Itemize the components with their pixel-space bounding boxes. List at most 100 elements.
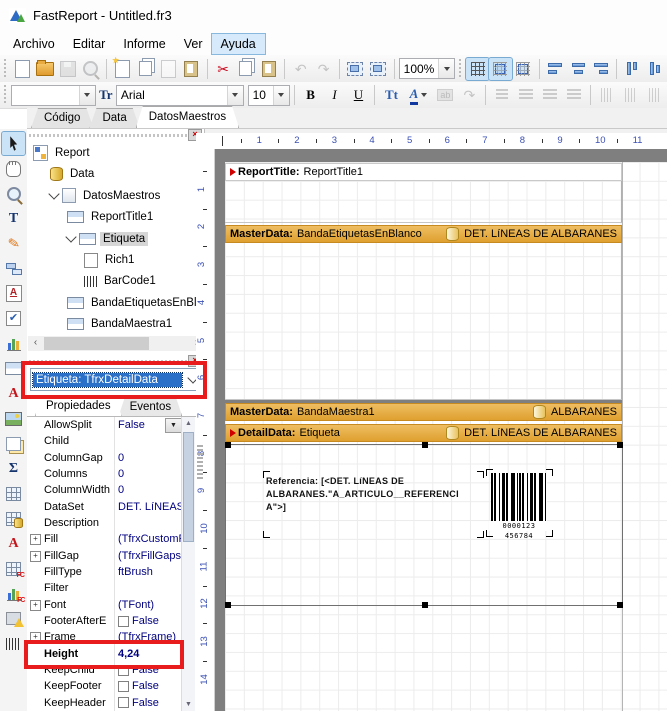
text-align-right-button[interactable]	[538, 84, 562, 106]
redo-button[interactable]: ↷	[312, 58, 335, 80]
property-row-keepfooter[interactable]: KeepFooterFalse	[27, 678, 183, 694]
property-row-columnwidth[interactable]: ColumnWidth0	[27, 482, 183, 498]
chevron-expanded-icon[interactable]	[65, 231, 76, 242]
dropdown-button[interactable]: ▼	[165, 418, 182, 433]
chart-object-button[interactable]	[2, 332, 25, 355]
text-cursor-tool-button[interactable]: T	[2, 207, 25, 230]
property-row-allowsplit[interactable]: AllowSplitFalse▼	[27, 417, 183, 433]
tree-item-data[interactable]: Data	[50, 164, 97, 184]
property-value[interactable]: (TfrxFrame)	[115, 629, 183, 645]
select-tool-button[interactable]	[2, 132, 25, 155]
tab-propiedades[interactable]: Propiedades	[35, 396, 122, 416]
property-value[interactable]: False	[115, 695, 183, 711]
tree-item-reporttitle1[interactable]: ReportTitle1	[67, 207, 156, 227]
open-button[interactable]	[34, 58, 57, 80]
scroll-down-icon[interactable]: ▼	[182, 698, 195, 711]
property-value[interactable]: (TFont)	[115, 597, 183, 613]
align-top-button[interactable]	[621, 58, 644, 80]
property-value[interactable]: False	[115, 678, 183, 694]
property-value[interactable]: False▼	[115, 417, 183, 433]
tab-datosmaestros[interactable]: DatosMaestros	[136, 106, 239, 128]
property-value[interactable]: 0	[115, 450, 183, 466]
new-report-page-button[interactable]	[111, 58, 134, 80]
preview-button[interactable]	[79, 58, 102, 80]
rich-text-object-rich1[interactable]: Referencia: [<DET. LíNEAS DE ALBARANES."…	[266, 475, 478, 514]
property-row-fillgap[interactable]: +FillGap(TfrxFillGaps)	[27, 548, 183, 564]
text-bottom-button[interactable]	[643, 84, 667, 106]
checkbox-object-button[interactable]: ✔	[2, 307, 25, 330]
picture-object-button[interactable]	[2, 407, 25, 430]
align-right-button[interactable]	[589, 58, 612, 80]
property-row-fill[interactable]: +Fill(TfrxCustomF	[27, 531, 183, 547]
font-dropdown-button[interactable]	[227, 86, 243, 105]
panel-splitter[interactable]	[197, 445, 203, 479]
system-text-object-button[interactable]: Σ	[2, 457, 25, 480]
selection-handle[interactable]	[225, 602, 231, 608]
menu-item-informe[interactable]: Informe	[114, 34, 174, 54]
cross-tab-object-button[interactable]	[2, 482, 25, 505]
align-to-grid-button[interactable]	[489, 58, 512, 80]
subreport-object-button[interactable]	[2, 432, 25, 455]
scrollbar-thumb[interactable]	[44, 337, 149, 350]
tree-item-barcode1[interactable]: BarCode1	[84, 271, 159, 291]
delete-page-button[interactable]	[157, 58, 180, 80]
show-grid-button[interactable]	[466, 58, 489, 80]
tab-data[interactable]: Data	[89, 108, 139, 128]
property-row-keepheader[interactable]: KeepHeaderFalse	[27, 695, 183, 711]
font-size-combobox[interactable]: 10	[248, 85, 290, 106]
menu-item-ayuda[interactable]: Ayuda	[212, 34, 265, 54]
italic-button[interactable]: I	[323, 84, 347, 106]
property-row-child[interactable]: Child	[27, 433, 183, 449]
band-header-detaildata[interactable]: DetailData: Etiqueta DET. LíNEAS DE ALBA…	[225, 424, 622, 442]
property-value[interactable]: (TfrxFillGaps)	[115, 548, 183, 564]
style-combobox[interactable]	[11, 85, 96, 106]
selection-handle[interactable]	[422, 442, 428, 448]
property-row-frame[interactable]: +Frame(TfrxFrame)	[27, 629, 183, 645]
property-value[interactable]: 4,24	[115, 646, 183, 662]
scrollbar-thumb[interactable]	[183, 432, 194, 542]
tree-horizontal-scrollbar[interactable]: ‹ ›	[28, 336, 204, 351]
checkbox-icon[interactable]	[118, 697, 129, 708]
menu-item-ver[interactable]: Ver	[175, 34, 212, 54]
cut-button[interactable]: ✂	[212, 58, 235, 80]
rotate-text-button[interactable]: ↷	[457, 84, 481, 106]
band-structure-tool-button[interactable]	[2, 257, 25, 280]
property-value[interactable]: False	[115, 662, 183, 678]
scroll-up-icon[interactable]: ▲	[182, 417, 195, 430]
text-justify-button[interactable]	[562, 84, 586, 106]
scroll-left-icon[interactable]: ‹	[28, 336, 43, 351]
db-cross-tab-object-button[interactable]	[2, 507, 25, 530]
font-color-button[interactable]: A	[403, 84, 433, 106]
menu-item-archivo[interactable]: Archivo	[4, 34, 64, 54]
text-top-button[interactable]	[595, 84, 619, 106]
property-row-footeraftere[interactable]: FooterAfterEFalse	[27, 613, 183, 629]
property-row-height[interactable]: Height4,24	[27, 646, 183, 662]
highlight-button[interactable]: ab	[433, 84, 457, 106]
tab-eventos[interactable]: Eventos	[119, 398, 183, 416]
ole-object-button[interactable]	[2, 607, 25, 630]
text-object-button[interactable]: A	[2, 382, 25, 405]
expand-icon[interactable]: +	[30, 551, 41, 562]
font-combobox[interactable]: Arial	[116, 85, 244, 106]
tree-item-datosmaestros[interactable]: DatosMaestros	[50, 186, 163, 206]
checkbox-icon[interactable]	[118, 665, 129, 676]
bold-button[interactable]: B	[299, 84, 323, 106]
tree-item-bandamaestra1[interactable]: BandaMaestra1	[67, 314, 175, 334]
style-dropdown-button[interactable]	[79, 86, 95, 105]
property-value[interactable]	[115, 515, 183, 531]
copy-button[interactable]	[235, 58, 258, 80]
property-row-columngap[interactable]: ColumnGap0	[27, 450, 183, 466]
fit-to-grid-button[interactable]	[512, 58, 535, 80]
band-header-masterdata-maestra[interactable]: MasterData: BandaMaestra1 ALBARANES	[225, 403, 622, 421]
toolbar-grip[interactable]	[458, 59, 463, 79]
property-row-description[interactable]: Description	[27, 515, 183, 531]
zoom-tool-button[interactable]	[2, 182, 25, 205]
rich-text-object-button[interactable]: A	[2, 282, 25, 305]
hand-tool-button[interactable]	[2, 157, 25, 180]
text-align-center-button[interactable]	[514, 84, 538, 106]
band-content-reporttitle[interactable]	[225, 181, 622, 223]
ungroup-button[interactable]	[367, 58, 390, 80]
tree-item-etiqueta[interactable]: Etiqueta	[67, 229, 148, 249]
toolbar-grip[interactable]	[3, 85, 8, 105]
chevron-expanded-icon[interactable]	[48, 189, 59, 200]
